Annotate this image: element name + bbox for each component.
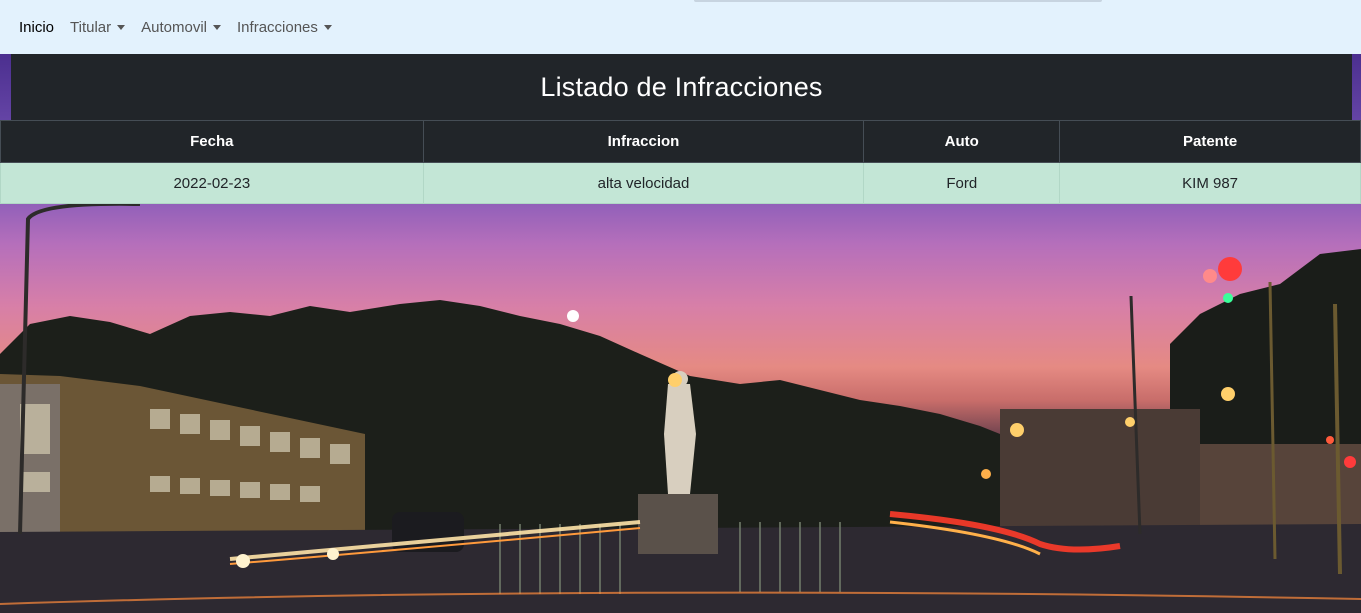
cell-infraccion: alta velocidad [422, 162, 865, 204]
cell-fecha: 2022-02-23 [0, 162, 424, 204]
nav-link-inicio-label: Inicio [19, 18, 55, 36]
column-header-auto: Auto [863, 120, 1061, 163]
caret-down-icon [213, 24, 222, 30]
dropdown-shadow [694, 0, 1102, 2]
nav-dropdown-titular[interactable]: Titular [62, 7, 133, 47]
page-title-bar: Listado de Infracciones [11, 54, 1352, 120]
nav-dropdown-automovil-label: Automovil [141, 18, 208, 36]
column-header-fecha: Fecha [0, 120, 424, 163]
nav-dropdown-titular-label: Titular [70, 18, 112, 36]
top-navbar: Inicio Titular Automovil Infracciones [0, 0, 1361, 54]
nav-link-inicio[interactable]: Inicio [11, 7, 62, 47]
nav-dropdown-infracciones[interactable]: Infracciones [229, 7, 340, 47]
column-header-infraccion: Infraccion [422, 120, 865, 163]
caret-down-icon [323, 24, 332, 30]
infracciones-table: Fecha Infraccion Auto Patente 2022-02-23… [0, 120, 1361, 204]
nav-dropdown-infracciones-label: Infracciones [237, 18, 318, 36]
page-title: Listado de Infracciones [540, 71, 823, 102]
cell-auto: Ford [863, 162, 1061, 204]
caret-down-icon [117, 24, 126, 30]
table-row: 2022-02-23 alta velocidad Ford KIM 987 [0, 162, 1361, 204]
table-header-row: Fecha Infraccion Auto Patente [0, 120, 1361, 163]
column-header-patente: Patente [1059, 120, 1361, 163]
cell-patente: KIM 987 [1059, 162, 1361, 204]
nav-dropdown-automovil[interactable]: Automovil [133, 7, 229, 47]
